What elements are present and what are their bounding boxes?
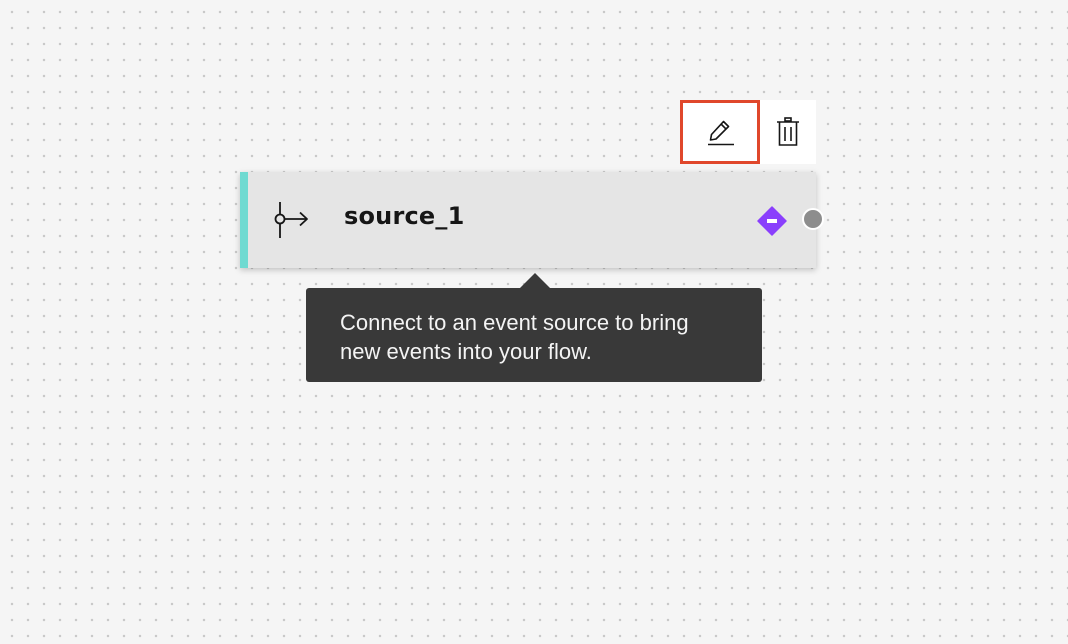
output-port[interactable] (802, 208, 824, 230)
minus-diamond-icon (757, 206, 787, 236)
edit-button[interactable] (680, 100, 760, 164)
event-source-icon (274, 202, 308, 238)
flow-node-source[interactable]: source_1 (240, 172, 824, 268)
node-tooltip: Connect to an event source to bring new … (306, 288, 762, 382)
pencil-icon (708, 120, 734, 146)
node-title: source_1 (344, 202, 465, 230)
tooltip-caret (519, 273, 551, 289)
delete-button[interactable] (760, 100, 816, 164)
flow-canvas[interactable]: source_1 Connect to an event source to b… (0, 0, 1068, 644)
tooltip-text: Connect to an event source to bring new … (340, 310, 689, 364)
node-toolbar (680, 100, 816, 164)
node-accent-bar (240, 172, 248, 268)
trash-icon (777, 117, 799, 146)
